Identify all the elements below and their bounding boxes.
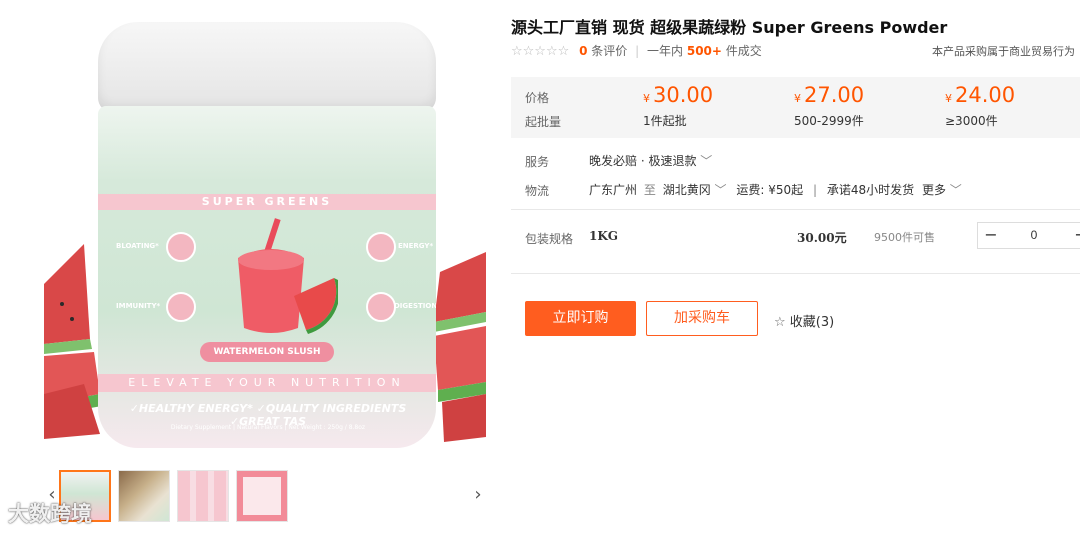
benefit-energy: ENERGY* <box>398 242 434 250</box>
energy-icon <box>366 232 396 262</box>
benefit-digestion: DIGESTION* <box>394 302 436 310</box>
product-jar: SUPER GREENS BLOATING* ENERGY* IMMUNITY*… <box>98 22 436 448</box>
bloating-icon <box>166 232 196 262</box>
logistics-value: 广东广州 至 湖北黄冈 ﹀ 运费: ¥50起 | 承诺48小时发货 更多 ﹀ <box>589 183 962 197</box>
price-tier-3: ¥24.00 <box>945 83 1016 107</box>
star-icon: ☆ <box>774 315 786 330</box>
thumb-next-icon[interactable]: › <box>470 468 486 522</box>
thumbnail-3[interactable] <box>177 470 229 522</box>
logistics-label: 物流 <box>525 184 550 198</box>
trade-note: 本产品采购属于商业贸易行为 <box>932 45 1075 58</box>
jar-title: SUPER GREENS <box>98 194 436 210</box>
qty-tier-3: ≥3000件 <box>945 114 998 128</box>
quantity-input[interactable] <box>1008 223 1060 248</box>
price-label: 价格 <box>525 91 550 105</box>
sku-spec: 1KG <box>589 229 619 243</box>
jar-label: SUPER GREENS BLOATING* ENERGY* IMMUNITY*… <box>98 106 436 448</box>
review-count[interactable]: 0 <box>579 44 587 58</box>
meta-divider: | <box>635 44 640 58</box>
ship-from: 广东广州 <box>589 183 638 197</box>
sku-price: 30.00元 <box>797 231 847 245</box>
benefit-immunity: IMMUNITY* <box>116 302 161 310</box>
service-value[interactable]: 晚发必赔 · 极速退款 ﹀ <box>589 152 712 169</box>
chevron-down-icon: ﹀ <box>700 154 713 168</box>
watermelon-slices-left <box>44 244 102 439</box>
jar-slogan: ELEVATE YOUR NUTRITION <box>98 374 436 392</box>
sold-label: 件成交 <box>725 44 762 58</box>
immunity-icon <box>166 292 196 322</box>
service-label: 服务 <box>525 155 550 169</box>
favorite-button[interactable]: ☆ 收藏(3) <box>774 311 834 330</box>
review-label: 条评价 <box>591 44 628 58</box>
watermark-text: 大数跨境 <box>8 502 92 526</box>
moq-label: 起批量 <box>525 115 562 129</box>
thumbnail-4[interactable] <box>236 470 288 522</box>
minus-button[interactable]: − <box>978 223 1004 248</box>
add-to-cart-button[interactable]: 加采购车 <box>646 301 758 336</box>
price-tier-2: ¥27.00 <box>794 83 865 107</box>
sold-count: 500+ <box>686 44 722 58</box>
flavor-badge: WATERMELON SLUSH <box>200 342 334 362</box>
sku-label: 包装规格 <box>525 232 574 246</box>
thumbnail-strip: ‹ › <box>44 468 486 524</box>
qty-tier-2: 500-2999件 <box>794 114 864 128</box>
chevron-down-icon: ﹀ <box>714 183 727 197</box>
ship-promise: 承诺48小时发货 <box>826 183 915 197</box>
watermelon-drink-icon <box>238 218 338 334</box>
sold-period: 一年内 <box>647 44 684 58</box>
quantity-stepper: − + <box>977 222 1080 249</box>
sku-stock: 9500件可售 <box>874 231 935 244</box>
qty-tier-1: 1件起批 <box>643 114 687 128</box>
divider <box>511 209 1080 210</box>
watermelon-slices-right <box>434 252 486 442</box>
buy-now-button[interactable]: 立即订购 <box>525 301 636 336</box>
benefit-bloating: BLOATING* <box>116 242 159 250</box>
price-tier-1: ¥30.00 <box>643 83 714 107</box>
divider <box>511 273 1080 274</box>
price-panel: 价格 起批量 ¥30.00 1件起批 ¥27.00 500-2999件 ¥24.… <box>511 77 1080 138</box>
rating-row: ☆☆☆☆☆ 0 条评价 | 一年内 500+ 件成交 <box>511 42 762 59</box>
product-main-image[interactable]: SUPER GREENS BLOATING* ENERGY* IMMUNITY*… <box>44 14 486 454</box>
jar-fineprint: Dietary Supplement | Natural Flavors | N… <box>170 424 366 431</box>
more-link[interactable]: 更多 <box>922 183 946 197</box>
plus-button[interactable]: + <box>1068 223 1080 248</box>
shipping-fee: 运费: ¥50起 <box>736 183 804 197</box>
rating-stars-icon: ☆☆☆☆☆ <box>511 44 570 59</box>
chevron-down-icon: ﹀ <box>949 183 962 197</box>
jar-lid <box>98 22 436 112</box>
thumbnail-2[interactable] <box>118 470 170 522</box>
product-title: 源头工厂直销 现货 超级果蔬绿粉 Super Greens Powder <box>511 18 948 37</box>
digestion-icon <box>366 292 396 322</box>
ship-to-select[interactable]: 湖北黄冈 <box>663 183 711 197</box>
